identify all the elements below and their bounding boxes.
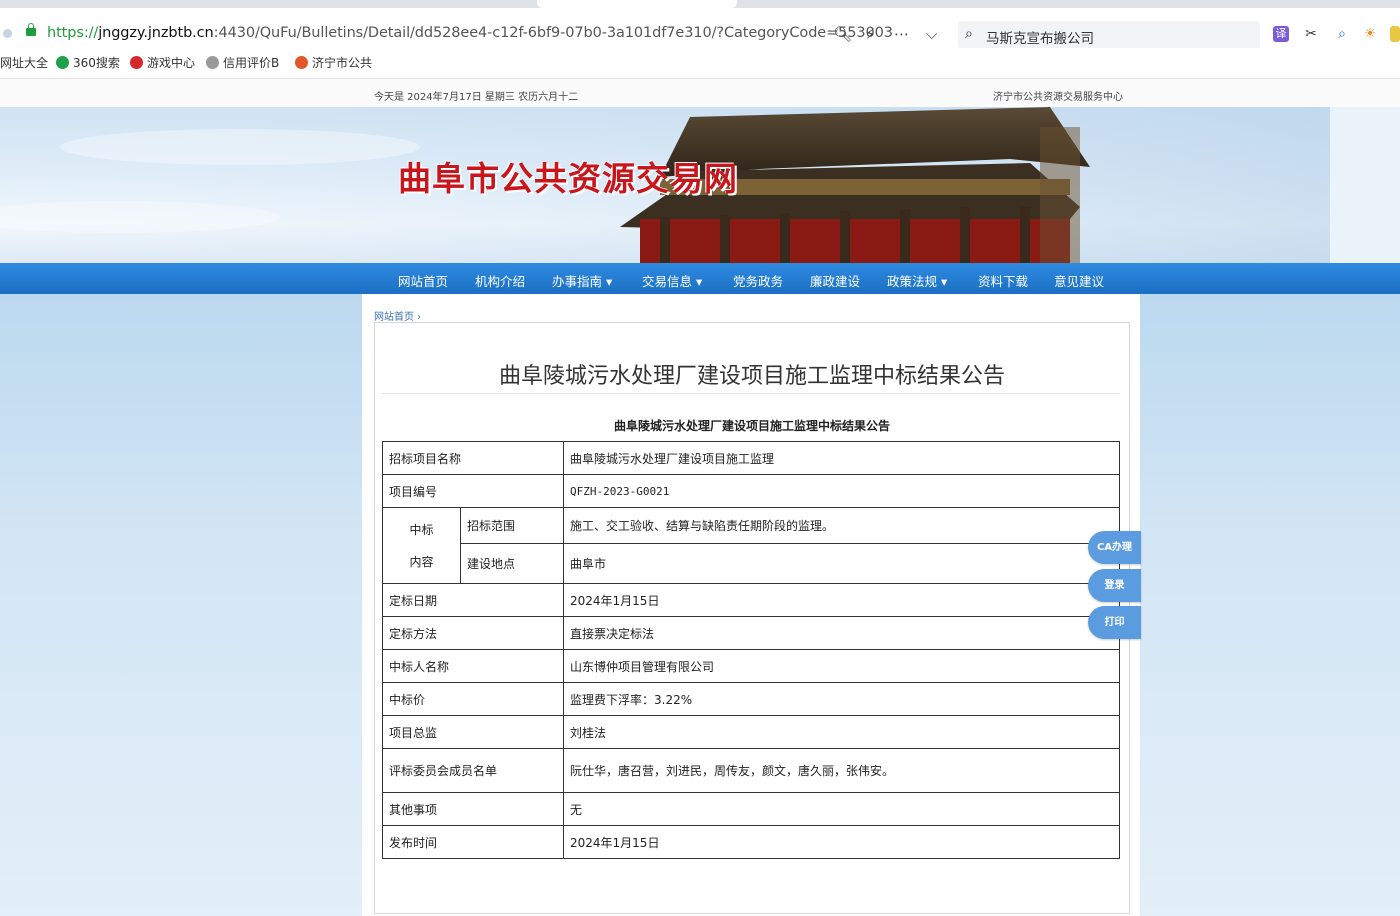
translate-icon[interactable]: 译 (1273, 26, 1289, 42)
bookmark-item[interactable]: 济宁市公共 (295, 54, 372, 71)
table-value: 监理费下浮率：3.22% (563, 682, 1120, 716)
site-title: 曲阜市公共资源交易网 (398, 159, 738, 198)
nav-about[interactable]: 机构介绍 (475, 271, 525, 290)
search-icon: ⌕ (965, 26, 973, 42)
table-label: 其他事项 (382, 792, 564, 826)
main-nav: 网站首页 机构介绍 办事指南 ▾ 交易信息 ▾ 党务政务 廉政建设 政策法规 ▾… (0, 263, 1400, 294)
table-row: 建设地点 曲阜市 (383, 543, 1120, 584)
table-row: 中标价 监理费下浮率：3.22% (382, 682, 1120, 716)
lock-icon[interactable] (26, 23, 36, 36)
table-label: 定标日期 (382, 583, 564, 617)
ca-button[interactable]: CA办理 (1088, 531, 1141, 564)
date-line: 今天是 2024年7月17日 星期三 农历六月十二 (374, 92, 579, 103)
table-row: 发布时间 2024年1月15日 (382, 825, 1120, 859)
table-value: QFZH-2023-G0021 (563, 474, 1120, 508)
table-label: 发布时间 (382, 825, 564, 859)
content-label-line-1: 中标 (409, 522, 434, 537)
nav-feedback[interactable]: 意见建议 (1054, 271, 1104, 290)
url-host: jnggzy.jnzbtb.cn (98, 25, 214, 41)
nav-party[interactable]: 党务政务 (733, 271, 783, 290)
nav-downloads[interactable]: 资料下载 (978, 271, 1028, 290)
content-label-line-2: 内容 (409, 554, 434, 569)
table-value: 曲阜陵城污水处理厂建设项目施工监理 (563, 441, 1120, 475)
nav-guide[interactable]: 办事指南 ▾ (552, 271, 612, 290)
globe-icon (206, 56, 219, 69)
table-label: 项目总监 (382, 715, 564, 749)
table-label: 招标项目名称 (382, 441, 564, 475)
table-label: 评标委员会成员名单 (382, 748, 564, 793)
scissors-icon[interactable]: ✂︎ (1303, 26, 1319, 42)
breadcrumb[interactable]: 网站首页 › (374, 308, 421, 323)
magnifier-icon[interactable]: ⌕ (1334, 26, 1350, 42)
content-group-label: 中标 内容 (382, 507, 461, 584)
bookmark-item[interactable]: 信用评价B (206, 54, 279, 71)
zoom-icon[interactable]: 🔍︎ (833, 25, 852, 43)
bookmarks-bar: 网址大全 360搜索 游戏中心 信用评价B 济宁市公共 (0, 48, 1400, 79)
address-bar: https://jnggzy.jnzbtb.cn:4430/QuFu/Bulle… (0, 8, 1400, 49)
active-tab[interactable] (537, 0, 737, 8)
chevron-down-icon[interactable]: ⌵ (926, 25, 937, 43)
360-icon (56, 56, 69, 69)
extension-icon[interactable] (1390, 26, 1400, 42)
url-field[interactable]: https://jnggzy.jnzbtb.cn:4430/QuFu/Bulle… (47, 25, 893, 41)
more-icon[interactable]: ⋯ (894, 25, 909, 43)
nav-policy[interactable]: 政策法规 ▾ (887, 271, 947, 290)
table-label: 中标人名称 (382, 649, 564, 683)
fox-icon[interactable]: ☀︎ (1362, 26, 1378, 42)
table-value: 施工、交工验收、结算与缺陷责任期阶段的监理。 (563, 507, 1120, 544)
url-scheme: https:// (47, 25, 99, 41)
result-table: 招标项目名称 曲阜陵城污水处理厂建设项目施工监理 项目编号 QFZH-2023-… (382, 441, 1120, 859)
table-row: 定标日期 2024年1月15日 (382, 583, 1120, 617)
table-value: 曲阜市 (563, 543, 1120, 584)
table-value: 无 (563, 792, 1120, 826)
bookmark-item[interactable]: 360搜索 (56, 54, 120, 71)
table-row: 其他事项 无 (382, 792, 1120, 826)
tab-strip (0, 0, 1400, 8)
print-button[interactable]: 打印 (1088, 606, 1141, 639)
table-label: 招标范围 (460, 507, 564, 544)
bookmark-item[interactable]: 网址大全 (0, 54, 48, 71)
divider (382, 393, 1120, 394)
login-button[interactable]: 登录 (1088, 569, 1141, 602)
table-value: 刘桂法 (563, 715, 1120, 749)
nav-home[interactable]: 网站首页 (398, 271, 448, 290)
table-value: 2024年1月15日 (563, 825, 1120, 859)
table-value: 山东博仲项目管理有限公司 (563, 649, 1120, 683)
table-value: 直接票决定标法 (563, 616, 1120, 650)
table-value: 阮仕华，唐召营，刘进民，周传友，颜文，唐久丽，张伟安。 (563, 748, 1120, 793)
lightning-icon[interactable]: ⚡︎ (865, 25, 876, 43)
site-info-icon[interactable] (3, 29, 12, 38)
doc-subtitle: 曲阜陵城污水处理厂建设项目施工监理中标结果公告 (613, 419, 890, 433)
table-value: 2024年1月15日 (563, 583, 1120, 617)
table-label: 项目编号 (382, 474, 564, 508)
table-row: 评标委员会成员名单 阮仕华，唐召营，刘进民，周传友，颜文，唐久丽，张伟安。 (382, 748, 1120, 793)
table-row: 招标项目名称 曲阜陵城污水处理厂建设项目施工监理 (382, 441, 1120, 475)
search-text: 马斯克宣布搬公司 (986, 31, 1094, 47)
page-title: 曲阜陵城污水处理厂建设项目施工监理中标结果公告 (498, 364, 1005, 389)
table-row: 中标 内容 招标范围 施工、交工验收、结算与缺陷责任期阶段的监理。 (382, 507, 1120, 584)
bookmark-item[interactable]: 游戏中心 (130, 54, 195, 71)
nav-integrity[interactable]: 廉政建设 (810, 271, 860, 290)
game-icon (130, 56, 143, 69)
globe-icon (295, 56, 308, 69)
table-row: 项目编号 QFZH-2023-G0021 (382, 474, 1120, 508)
table-label: 建设地点 (460, 543, 564, 584)
banner-side (1330, 107, 1400, 263)
site-top-bar: 今天是 2024年7月17日 星期三 农历六月十二 济宁市公共资源交易服务中心 (0, 79, 1400, 108)
table-label: 中标价 (382, 682, 564, 716)
org-line: 济宁市公共资源交易服务中心 (993, 92, 1123, 103)
table-row: 中标人名称 山东博仲项目管理有限公司 (382, 649, 1120, 683)
search-input[interactable]: ⌕ 马斯克宣布搬公司 (958, 21, 1260, 49)
table-row: 定标方法 直接票决定标法 (382, 616, 1120, 650)
table-label: 定标方法 (382, 616, 564, 650)
nav-trade-info[interactable]: 交易信息 ▾ (642, 271, 702, 290)
url-path: :4430/QuFu/Bulletins/Detail/dd528ee4-c12… (213, 25, 893, 41)
table-row: 项目总监 刘桂法 (382, 715, 1120, 749)
